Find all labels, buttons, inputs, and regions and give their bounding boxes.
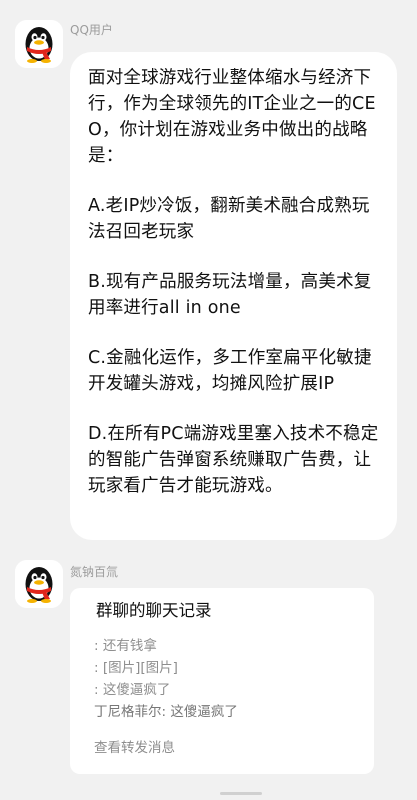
chat-screen: QQ用户 面对全球游戏行业整体缩水与经济下行，作为全球领先的IT企业之一的CEO… bbox=[0, 0, 417, 800]
forward-preview-line: : 还有钱拿 bbox=[94, 638, 157, 654]
forward-preview-line: 丁尼格菲尔: 这傻逼疯了 bbox=[94, 704, 238, 720]
forward-preview-line: : 这傻逼疯了 bbox=[94, 682, 171, 698]
message-paragraph: 面对全球游戏行业整体缩水与经济下行，作为全球领先的IT企业之一的CEO，你计划在… bbox=[88, 68, 376, 166]
forwarded-chat-card[interactable]: 群聊的聊天记录 : 还有钱拿 : [图片][图片] : 这傻逼疯了 丁尼格菲尔:… bbox=[70, 588, 374, 774]
forward-title: 群聊的聊天记录 bbox=[96, 601, 212, 620]
sender-name: 氮钠百氚 bbox=[70, 565, 119, 579]
forward-preview-line: : [图片][图片] bbox=[94, 660, 178, 676]
message-paragraph: B.现有产品服务玩法增量，高美术复用率进行all in one bbox=[88, 272, 372, 318]
sender-name: QQ用户 bbox=[70, 23, 113, 37]
sender-avatar-second-user[interactable] bbox=[15, 560, 63, 608]
view-forwarded-messages-link[interactable]: 查看转发消息 bbox=[94, 738, 360, 758]
message-paragraph: A.老IP炒冷饭，翻新美术融合成熟玩法召回老玩家 bbox=[88, 196, 370, 242]
qq-penguin-icon bbox=[15, 560, 63, 608]
message-paragraph: C.金融化运作，多工作室扁平化敏捷开发罐头游戏，均摊风险扩展IP bbox=[88, 348, 372, 394]
qq-penguin-icon bbox=[15, 20, 63, 68]
next-message-peek bbox=[220, 792, 262, 795]
sender-avatar-qq-user[interactable] bbox=[15, 20, 63, 68]
message-bubble[interactable]: 面对全球游戏行业整体缩水与经济下行，作为全球领先的IT企业之一的CEO，你计划在… bbox=[70, 52, 397, 540]
message-paragraph: D.在所有PC端游戏里塞入技术不稳定的智能广告弹窗系统赚取广告费，让玩家看广告才… bbox=[88, 424, 379, 496]
